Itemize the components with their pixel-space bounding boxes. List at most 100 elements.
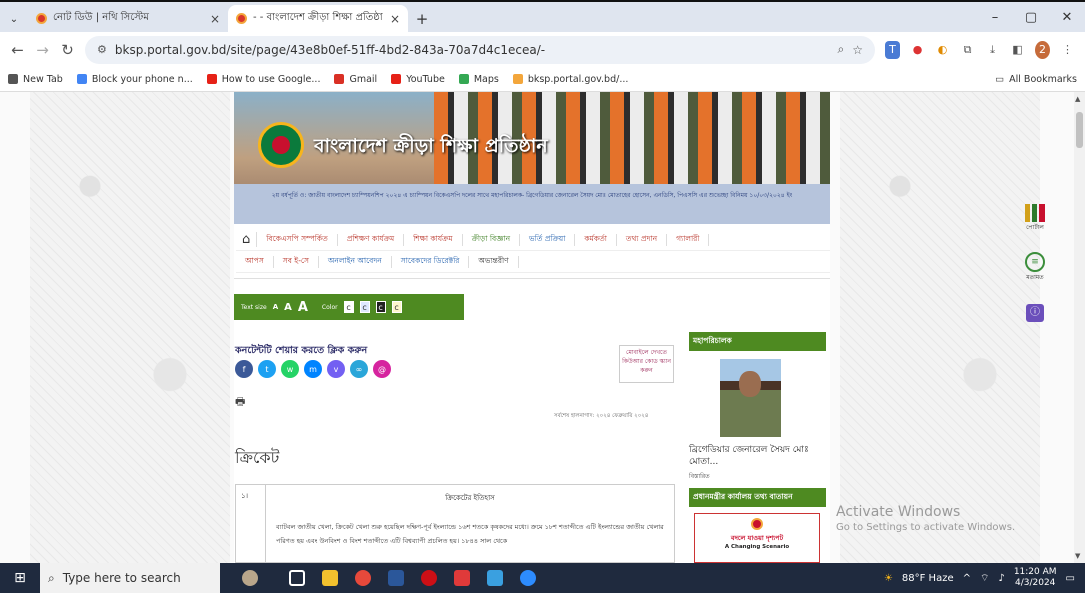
print-icon[interactable]: 🖶 — [235, 393, 245, 412]
minimize-icon[interactable]: – — [977, 10, 1013, 25]
menu-item[interactable]: শিক্ষা কার্যক্রম — [404, 233, 463, 246]
tray-chevron-icon[interactable]: ^ — [963, 573, 971, 584]
menu-item[interactable]: গ্যালারী — [667, 233, 710, 246]
bookmark-item[interactable]: Block your phone n... — [76, 74, 193, 85]
menu-item[interactable]: অনলাইন আবেদন — [319, 255, 392, 268]
home-icon[interactable]: ⌂ — [236, 232, 258, 247]
portal-chart-icon[interactable]: পোর্টাল — [1018, 204, 1052, 231]
all-bookmarks[interactable]: ▭ All Bookmarks — [995, 74, 1077, 85]
dg-photo[interactable] — [720, 359, 781, 437]
notifications-icon[interactable]: ▭ — [1066, 573, 1075, 584]
photos-icon[interactable] — [478, 563, 511, 593]
dg-details-link[interactable]: বিস্তারিত — [689, 471, 710, 482]
zoom-icon[interactable]: ⌕ — [838, 42, 845, 57]
bookmark-item[interactable]: Gmail — [334, 74, 377, 85]
tab-title: নোট ডিউ | নথি সিস্টেম — [53, 12, 149, 23]
tab-close-icon[interactable]: × — [390, 12, 400, 26]
scroll-up-icon[interactable]: ▲ — [1075, 95, 1080, 103]
extensions-puzzle-icon[interactable]: ⧉ — [960, 41, 975, 59]
text-size-medium[interactable]: A — [284, 302, 292, 313]
menu-kebab-icon[interactable]: ⋮ — [1060, 41, 1075, 59]
word-icon[interactable] — [379, 563, 412, 593]
windows-start-icon[interactable]: ⊞ — [0, 563, 40, 593]
extension-translate-icon[interactable]: T — [885, 40, 900, 59]
color-option-light[interactable]: c — [359, 301, 370, 313]
bookmark-item[interactable]: bksp.portal.gov.bd/... — [512, 74, 628, 85]
menu-item[interactable]: বিকেএসপি সম্পর্কিত — [257, 233, 338, 246]
twitter-share-icon[interactable]: t — [258, 360, 276, 378]
extension-moon-icon[interactable]: ◐ — [935, 41, 950, 59]
qr-code-link[interactable]: মোবাইলে দেখতে কিউআর কোড স্ক্যান করুন — [619, 345, 674, 383]
downloads-icon[interactable]: ⤓ — [985, 41, 1000, 59]
address-bar[interactable]: ⚙ bksp.portal.gov.bd/site/page/43e8b0ef-… — [85, 35, 875, 64]
tab-note-view[interactable]: নোট ডিউ | নথি সিস্টেম × — [28, 5, 228, 32]
menu-item[interactable]: সাবেকদের ডিরেক্টরি — [392, 255, 470, 268]
forward-icon[interactable]: → — [35, 41, 50, 59]
close-icon[interactable]: ✕ — [1049, 10, 1085, 25]
side-panel-icon[interactable]: ◧ — [1010, 41, 1025, 59]
extension-record-icon[interactable]: ● — [910, 41, 925, 59]
tab-close-icon[interactable]: × — [210, 12, 220, 26]
chrome-icon[interactable] — [346, 563, 379, 593]
menu-item[interactable]: আপস — [236, 255, 274, 268]
tab-search-icon[interactable]: ⌄ — [0, 6, 28, 32]
media-player-icon[interactable] — [445, 563, 478, 593]
page-scrollbar[interactable]: ▲ ▼ — [1074, 92, 1085, 563]
color-option-yellow[interactable]: c — [391, 301, 402, 313]
menu-item[interactable]: তথ্য প্রদান — [617, 233, 668, 246]
bookmark-favicon-icon — [8, 74, 18, 84]
menu-item[interactable]: ক্রীড়া বিজ্ঞান — [463, 233, 521, 246]
content-table: ১। ক্রিকেটের ইতিহাস ব্যাটবল জাতীয় খেলা,… — [235, 484, 675, 563]
back-icon[interactable]: ← — [10, 41, 25, 59]
menu-item[interactable]: সব ই-সে — [274, 255, 319, 268]
activate-title: Activate Windows — [836, 504, 961, 520]
bookmark-item[interactable]: Maps — [458, 74, 499, 85]
color-option-white[interactable]: c — [343, 301, 354, 313]
hotline-subtitle: A Changing Scenario — [724, 544, 790, 550]
facebook-share-icon[interactable]: f — [235, 360, 253, 378]
whatsapp-share-icon[interactable]: w — [281, 360, 299, 378]
dg-name[interactable]: ব্রিগেডিয়ার জেনারেল সৈয়দ মোঃ মোতা... — [689, 444, 826, 468]
messenger-share-icon[interactable]: m — [304, 360, 322, 378]
file-explorer-icon[interactable] — [313, 563, 346, 593]
text-size-small[interactable]: A — [273, 303, 278, 311]
reload-icon[interactable]: ↻ — [60, 41, 75, 59]
menu-item[interactable]: ভর্তি প্রক্রিয়া — [520, 233, 576, 246]
zoom-app-icon[interactable] — [511, 563, 544, 593]
email-share-icon[interactable]: @ — [373, 360, 391, 378]
taskbar-search[interactable]: ⌕ Type here to search — [40, 563, 220, 593]
cortana-avatar[interactable] — [220, 563, 280, 593]
feedback-chat-icon[interactable]: ≡ মতামত — [1018, 252, 1052, 283]
copy-link-icon[interactable]: ∞ — [350, 360, 368, 378]
tab-favicon — [236, 13, 247, 24]
info-widget-icon[interactable]: ⓘ — [1018, 304, 1052, 322]
menu-item[interactable]: কর্মকর্তা — [575, 233, 617, 246]
scrollbar-thumb[interactable] — [1076, 112, 1083, 148]
news-ticker[interactable]: ২য় বর্ষপূর্তি ও: জাতীয় বাংলাদেশ চ্যাম্… — [234, 184, 830, 224]
hotline-banner[interactable]: বদলে যাওয়া দৃশ্যপট A Changing Scenario — [694, 513, 820, 563]
scroll-down-icon[interactable]: ▼ — [1075, 552, 1080, 560]
opera-icon[interactable] — [412, 563, 445, 593]
text-size-large[interactable]: A — [298, 300, 308, 315]
restore-icon[interactable]: ▢ — [1013, 10, 1049, 25]
site-info-icon[interactable]: ⚙ — [97, 43, 107, 56]
bookmark-item[interactable]: YouTube — [391, 74, 445, 85]
weather-icon[interactable]: ☀ — [884, 573, 893, 584]
new-tab-icon[interactable]: + — [408, 6, 436, 32]
viber-share-icon[interactable]: v — [327, 360, 345, 378]
bookmark-star-icon[interactable]: ☆ — [852, 43, 863, 57]
volume-icon[interactable]: ♪ — [998, 573, 1004, 584]
task-view-icon[interactable] — [280, 563, 313, 593]
color-option-dark[interactable]: c — [375, 301, 386, 313]
bookmark-item[interactable]: How to use Google... — [206, 74, 320, 85]
weather-text[interactable]: 88°F Haze — [902, 573, 954, 584]
network-icon[interactable]: ⌔ — [980, 572, 989, 585]
menu-item[interactable]: প্রশিক্ষণ কার্যক্রম — [338, 233, 405, 246]
bookmark-item[interactable]: New Tab — [8, 74, 63, 85]
clock[interactable]: 11:20 AM 4/3/2024 — [1014, 567, 1057, 589]
tab-bksp[interactable]: - - বাংলাদেশ ক্রীড়া শিক্ষা প্রতিষ্ঠা × — [228, 5, 408, 32]
menu-item[interactable]: অভ্যন্তরীণ — [469, 255, 519, 268]
bksp-logo[interactable] — [258, 122, 304, 168]
text-size-label: Text size — [241, 303, 267, 311]
profile-avatar[interactable]: 2 — [1035, 40, 1050, 59]
